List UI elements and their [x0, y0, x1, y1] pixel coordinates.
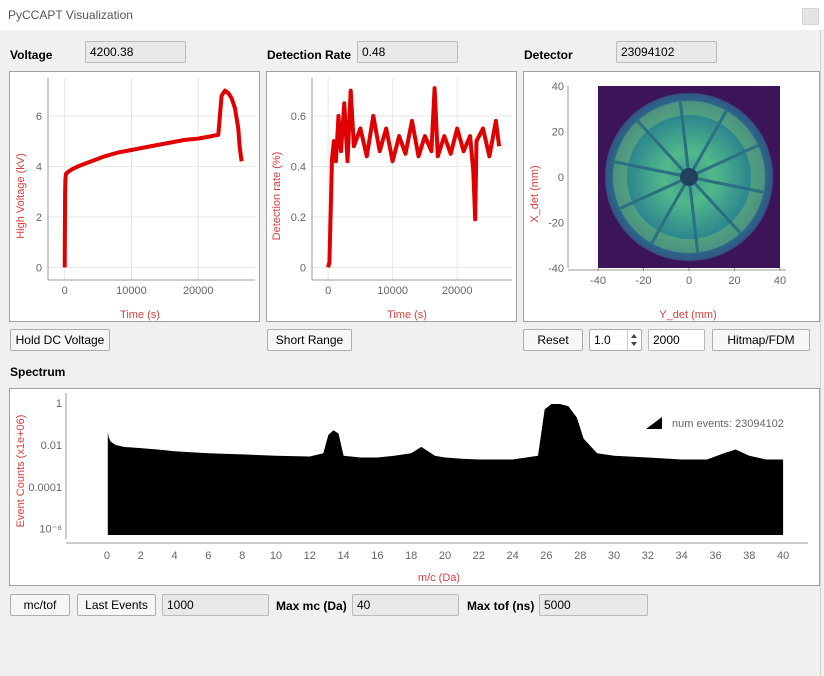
spinbox-arrows[interactable]: [627, 330, 641, 350]
voltage-plot-series-line: [62, 88, 244, 268]
spectrum-xtick-label: 16: [371, 550, 383, 562]
hitmap-xtick-label: -20: [636, 275, 652, 287]
hitmap-xtick-label: 40: [774, 275, 786, 287]
spectrum-xtick-label: 36: [709, 550, 721, 562]
spin-down-arrow-icon[interactable]: [631, 342, 637, 346]
spectrum-xtick-label: 22: [473, 550, 485, 562]
spectrum-ytick-label: 10⁻⁶: [39, 524, 62, 536]
detection-rate-plot-ytick-label: 0.6: [291, 111, 306, 123]
spectrum-label: Spectrum: [10, 365, 66, 379]
hitmap-ytick-label: -20: [548, 218, 564, 230]
detector-hitmap-panel: X_det (mm) Y_det (mm) -40 -20 0 20 40 -40 -20 0…: [523, 71, 820, 322]
spectrum-ytick-label: 0.0001: [28, 482, 62, 494]
detection-rate-plot-xtick-label: 0: [325, 285, 331, 297]
detection-rate-plot-xlabel: Time (s): [387, 309, 427, 321]
reset-button[interactable]: Reset: [523, 329, 583, 351]
hitmap-ytick-label: 20: [552, 127, 564, 139]
hitmap-ytick-label: -40: [548, 263, 564, 275]
detection-rate-plot-ylabel: Detection rate (%): [271, 152, 283, 241]
voltage-plot-ytick-label: 2: [36, 212, 42, 224]
hitmap-bins-field[interactable]: 2000: [648, 329, 705, 351]
spectrum-xtick-label: 8: [239, 550, 245, 562]
voltage-plot-ytick-label: 0: [36, 262, 42, 274]
detection-rate-plot: Detection rate (%) Time (s) 0 10000 20000 0…: [271, 78, 512, 321]
voltage-plot-xlabel: Time (s): [120, 309, 160, 321]
hitmap-xlabel: Y_det (mm): [659, 309, 716, 321]
max-mc-label: Max mc (Da): [276, 599, 347, 613]
spectrum-xtick-label: 12: [304, 550, 316, 562]
hitmap-center-hole: [680, 168, 698, 186]
detection-rate-plot-panel: Detection rate (%) Time (s) 0 10000 20000 0…: [266, 71, 517, 322]
detector-field[interactable]: 23094102: [616, 41, 717, 63]
hitmap-fdm-button[interactable]: Hitmap/FDM: [712, 329, 810, 351]
spin-up-arrow-icon[interactable]: [631, 334, 637, 338]
spectrum-xtick-label: 38: [743, 550, 755, 562]
spectrum-xlabel: m/c (Da): [418, 572, 460, 584]
legend-marker-icon: [646, 417, 662, 429]
detection-rate-field[interactable]: 0.48: [357, 41, 458, 63]
title-bar: PyCCAPT Visualization: [0, 0, 824, 30]
detection-rate-plot-series-line: [326, 86, 502, 268]
spectrum-xtick-label: 30: [608, 550, 620, 562]
spectrum-xtick-label: 24: [506, 550, 518, 562]
voltage-plot: High Voltage (kV) Time (s) 0 10000 20000 0 2…: [15, 78, 255, 321]
spectrum-ytick-label: 1: [56, 398, 62, 410]
hitmap-xtick-label: 0: [686, 275, 692, 287]
spectrum-xtick-label: 40: [777, 550, 789, 562]
hitmap-scale-spinbox[interactable]: 1.0: [589, 329, 642, 351]
detector-hitmap: X_det (mm) Y_det (mm) -40 -20 0 20 40 -40 -20 0…: [529, 81, 786, 321]
voltage-plot-xtick-label: 10000: [116, 285, 147, 297]
hitmap-scale-value: 1.0: [594, 333, 611, 347]
spectrum-plot: Event Counts (x1e+06) m/c (Da) num event…: [15, 393, 808, 584]
spectrum-xtick-label: 28: [574, 550, 586, 562]
voltage-plot-xtick-label: 0: [62, 285, 68, 297]
spectrum-xtick-label: 6: [205, 550, 211, 562]
mc-tof-button[interactable]: mc/tof: [10, 594, 70, 616]
detection-rate-label: Detection Rate: [267, 48, 352, 62]
window-right-border: [820, 30, 821, 676]
hitmap-ylabel: X_det (mm): [529, 165, 541, 222]
max-mc-field[interactable]: 40: [352, 594, 459, 616]
spectrum-ytick-label: 0.01: [41, 440, 62, 452]
max-tof-field[interactable]: 5000: [539, 594, 648, 616]
spectrum-xtick-label: 2: [138, 550, 144, 562]
spectrum-xtick-label: 26: [540, 550, 552, 562]
detector-label: Detector: [524, 48, 573, 62]
hitmap-ytick-label: 40: [552, 81, 564, 93]
voltage-plot-ylabel: High Voltage (kV): [15, 153, 27, 239]
max-tof-label: Max tof (ns): [467, 599, 535, 613]
spectrum-xtick-label: 0: [104, 550, 110, 562]
hitmap-xtick-label: -40: [590, 275, 606, 287]
hitmap-ytick-label: 0: [558, 172, 564, 184]
detection-rate-plot-ytick-label: 0.4: [291, 161, 306, 173]
voltage-plot-xtick-label: 20000: [183, 285, 214, 297]
hitmap-xtick-label: 20: [728, 275, 740, 287]
spectrum-xtick-label: 4: [171, 550, 177, 562]
detection-rate-plot-xtick-label: 20000: [442, 285, 473, 297]
spectrum-ylabel: Event Counts (x1e+06): [15, 415, 27, 528]
last-events-field[interactable]: 1000: [162, 594, 269, 616]
spectrum-xtick-label: 14: [337, 550, 349, 562]
detection-rate-plot-xtick-label: 10000: [377, 285, 408, 297]
voltage-label: Voltage: [10, 48, 53, 62]
last-events-button[interactable]: Last Events: [77, 594, 156, 616]
detection-rate-plot-ytick-label: 0: [300, 262, 306, 274]
spectrum-xtick-label: 20: [439, 550, 451, 562]
spectrum-xtick-label: 32: [642, 550, 654, 562]
hold-dc-voltage-button[interactable]: Hold DC Voltage: [10, 329, 110, 351]
detection-rate-plot-ytick-label: 0.2: [291, 212, 306, 224]
spectrum-legend: num events: 23094102: [672, 418, 784, 430]
spectrum-xtick-label: 10: [270, 550, 282, 562]
spectrum-plot-panel: Event Counts (x1e+06) m/c (Da) num event…: [9, 388, 820, 586]
window-close-button[interactable]: [802, 8, 819, 25]
voltage-plot-panel: High Voltage (kV) Time (s) 0 10000 20000 0 2…: [9, 71, 260, 322]
window-title: PyCCAPT Visualization: [8, 8, 133, 22]
spectrum-xtick-label: 34: [676, 550, 688, 562]
voltage-plot-ytick-label: 6: [36, 111, 42, 123]
voltage-plot-ytick-label: 4: [36, 161, 42, 173]
voltage-field[interactable]: 4200.38: [85, 41, 186, 63]
short-range-button[interactable]: Short Range: [267, 329, 352, 351]
spectrum-xtick-label: 18: [405, 550, 417, 562]
